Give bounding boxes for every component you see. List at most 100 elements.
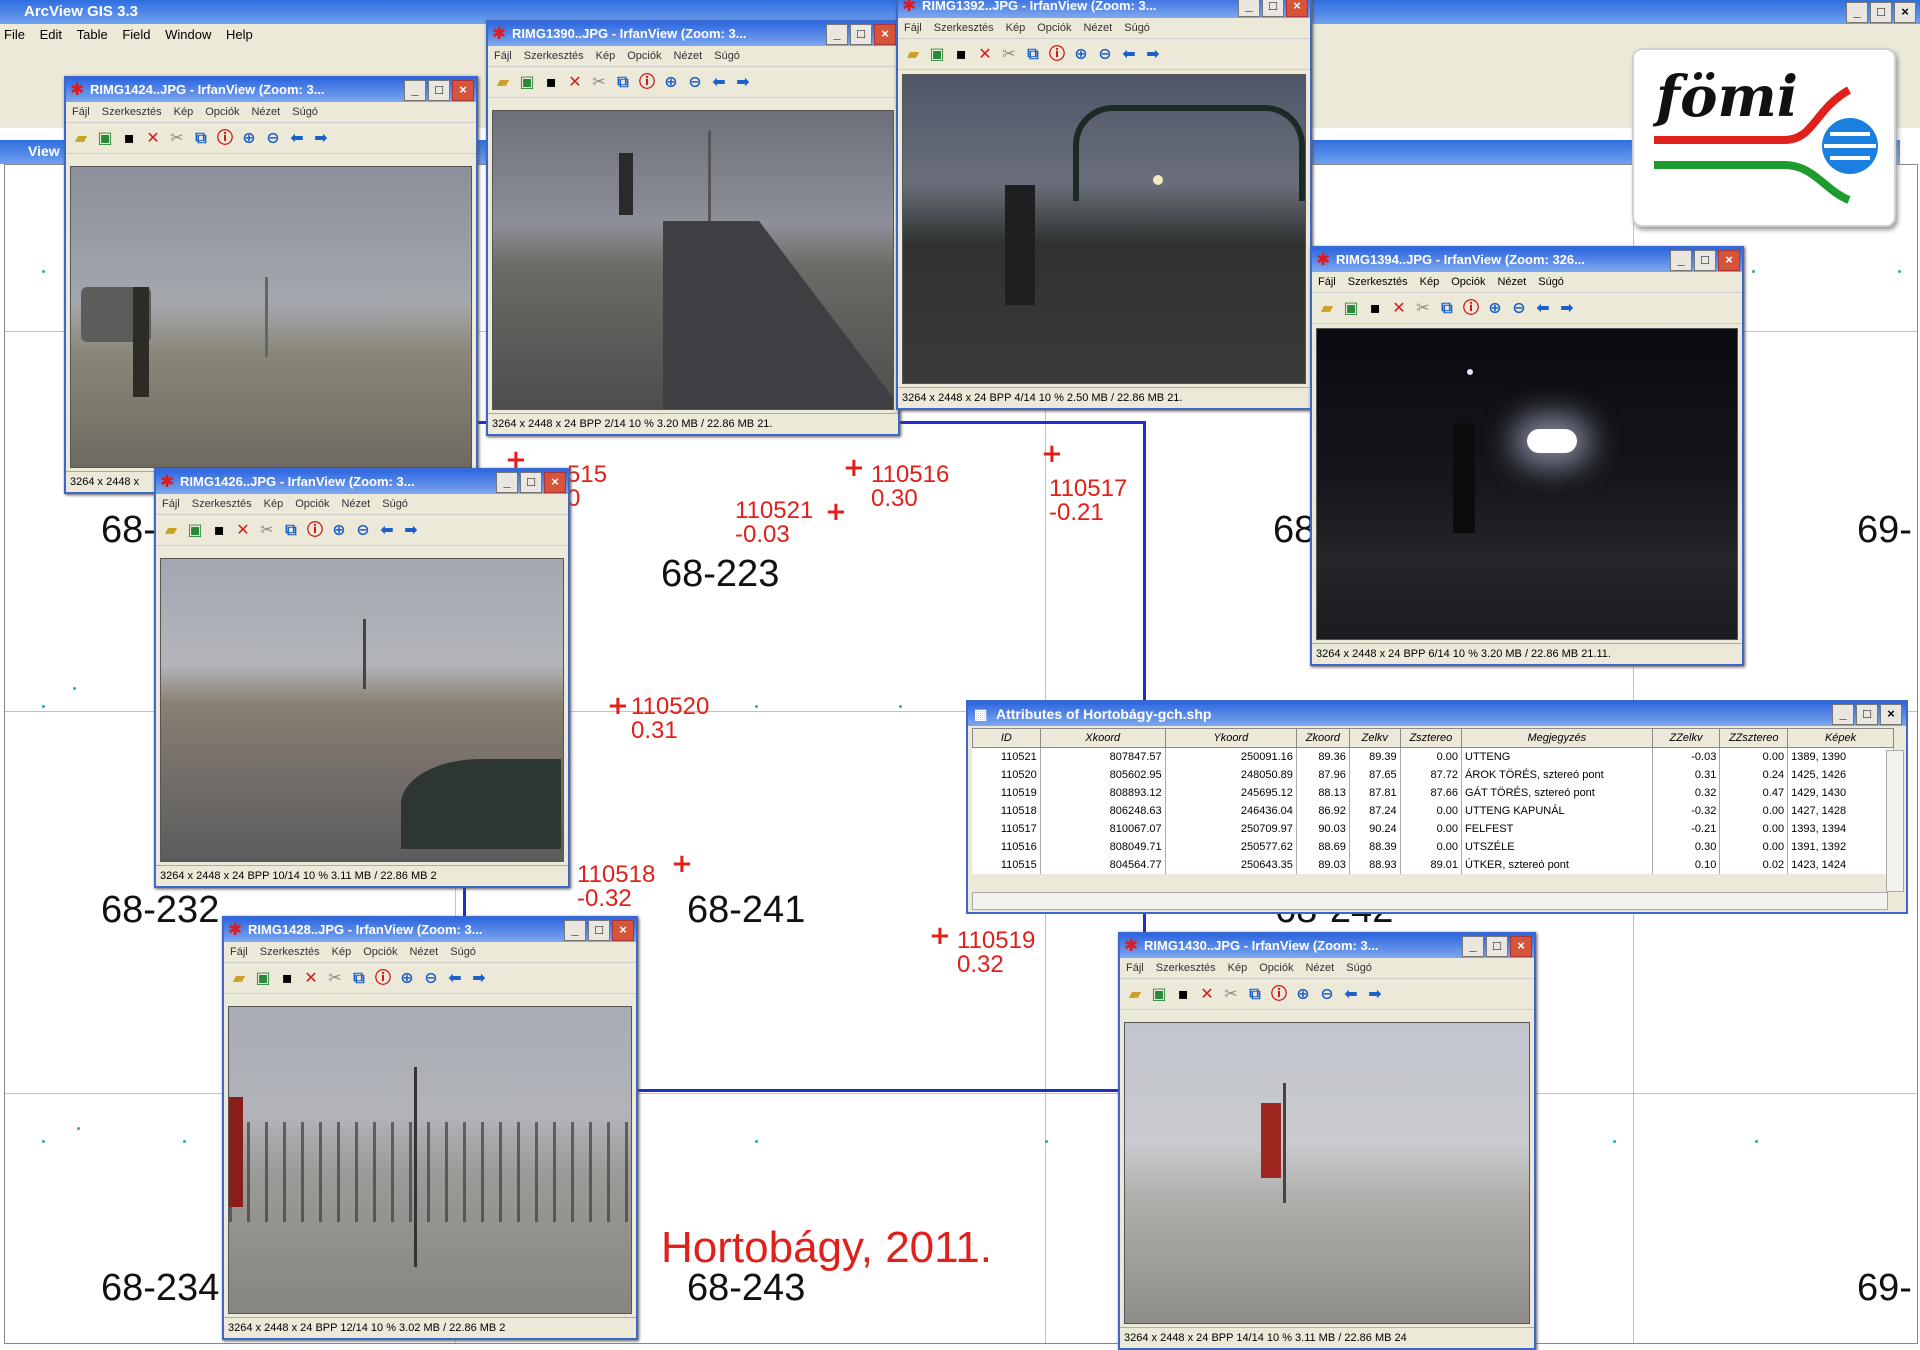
cut-icon[interactable]: ✂ xyxy=(326,969,344,987)
close-button[interactable]: × xyxy=(544,472,566,493)
maximize-button[interactable]: □ xyxy=(1262,0,1284,17)
menu-file[interactable]: Fájl xyxy=(162,498,180,510)
cut-icon[interactable]: ✂ xyxy=(168,129,186,147)
menu-file[interactable]: Fájl xyxy=(72,106,90,118)
copy-icon[interactable]: ⧉ xyxy=(350,969,368,987)
point-marker[interactable]: + xyxy=(929,923,951,949)
close-button[interactable]: × xyxy=(1510,936,1532,957)
zoom-in-icon[interactable]: ⊕ xyxy=(1294,985,1312,1003)
menu-table[interactable]: Table xyxy=(73,24,115,42)
zoom-in-icon[interactable]: ⊕ xyxy=(1072,45,1090,63)
menu-options[interactable]: Opciók xyxy=(1037,22,1071,34)
column-header[interactable]: Zelkv xyxy=(1348,728,1401,748)
menu-view[interactable]: Nézet xyxy=(1497,276,1526,288)
menu-view[interactable]: Nézet xyxy=(1305,962,1334,974)
zoom-out-icon[interactable]: ⊖ xyxy=(354,521,372,539)
table-row[interactable]: 110520 805602.95 248050.89 87.96 87.65 87.72 Á… xyxy=(972,766,1894,784)
open-icon[interactable]: ▰ xyxy=(230,969,248,987)
slideshow-icon[interactable]: ▣ xyxy=(928,45,946,63)
slideshow-icon[interactable]: ▣ xyxy=(254,969,272,987)
column-header[interactable]: ZZelkv xyxy=(1651,728,1721,748)
next-icon[interactable]: ➡ xyxy=(312,129,330,147)
menu-image[interactable]: Kép xyxy=(1228,962,1248,974)
menu-edit[interactable]: Szerkesztés xyxy=(260,946,320,958)
menu-help[interactable]: Help xyxy=(222,24,260,42)
maximize-button[interactable]: □ xyxy=(1694,250,1716,271)
next-icon[interactable]: ➡ xyxy=(734,73,752,91)
table-row[interactable]: 110515 804564.77 250643.35 89.03 88.93 89.01 Ú… xyxy=(972,856,1894,874)
info-icon[interactable]: ⓘ xyxy=(374,969,392,987)
zoom-out-icon[interactable]: ⊖ xyxy=(686,73,704,91)
previous-icon[interactable]: ⬅ xyxy=(446,969,464,987)
menu-window[interactable]: Window xyxy=(161,24,218,42)
minimize-button[interactable]: _ xyxy=(1832,704,1854,725)
minimize-button[interactable]: _ xyxy=(826,24,848,45)
irfanview-window[interactable]: ✱ RIMG1426..JPG - IrfanView (Zoom: 3... _… xyxy=(154,468,570,888)
save-icon[interactable]: ▪ xyxy=(278,969,296,987)
maximize-button[interactable]: □ xyxy=(520,472,542,493)
close-button[interactable]: × xyxy=(452,80,474,101)
menu-edit[interactable]: Szerkesztés xyxy=(102,106,162,118)
open-icon[interactable]: ▰ xyxy=(494,73,512,91)
previous-icon[interactable]: ⬅ xyxy=(1120,45,1138,63)
info-icon[interactable]: ⓘ xyxy=(1048,45,1066,63)
menu-help[interactable]: Súgó xyxy=(1124,22,1150,34)
menu-file[interactable]: File xyxy=(0,24,32,42)
menu-options[interactable]: Opciók xyxy=(1451,276,1485,288)
zoom-out-icon[interactable]: ⊖ xyxy=(422,969,440,987)
table-row[interactable]: 110516 808049.71 250577.62 88.69 88.39 0.00 UT… xyxy=(972,838,1894,856)
menu-view[interactable]: Nézet xyxy=(251,106,280,118)
horizontal-scrollbar[interactable] xyxy=(972,892,1888,910)
table-row[interactable]: 110519 808893.12 245695.12 88.13 87.81 87.66 G… xyxy=(972,784,1894,802)
column-header[interactable]: ID xyxy=(972,728,1041,748)
next-icon[interactable]: ➡ xyxy=(1144,45,1162,63)
menu-help[interactable]: Súgó xyxy=(292,106,318,118)
point-marker[interactable]: + xyxy=(671,851,693,877)
column-header[interactable]: ZZsztereo xyxy=(1719,728,1789,748)
previous-icon[interactable]: ⬅ xyxy=(1534,299,1552,317)
irfanview-window[interactable]: ✱ RIMG1424..JPG - IrfanView (Zoom: 3... _… xyxy=(64,76,478,494)
close-button[interactable]: × xyxy=(874,24,896,45)
menu-options[interactable]: Opciók xyxy=(205,106,239,118)
menu-help[interactable]: Súgó xyxy=(1346,962,1372,974)
menu-edit[interactable]: Szerkesztés xyxy=(934,22,994,34)
irfanview-window[interactable]: ✱ RIMG1392..JPG - IrfanView (Zoom: 3... _… xyxy=(896,0,1312,410)
menu-view[interactable]: Nézet xyxy=(341,498,370,510)
minimize-button[interactable]: _ xyxy=(564,920,586,941)
menu-image[interactable]: Kép xyxy=(264,498,284,510)
save-icon[interactable]: ▪ xyxy=(1174,985,1192,1003)
zoom-out-icon[interactable]: ⊖ xyxy=(1510,299,1528,317)
menu-image[interactable]: Kép xyxy=(596,50,616,62)
minimize-button[interactable]: _ xyxy=(1462,936,1484,957)
menu-view[interactable]: Nézet xyxy=(673,50,702,62)
close-button[interactable]: × xyxy=(1718,250,1740,271)
menu-options[interactable]: Opciók xyxy=(1259,962,1293,974)
maximize-button[interactable]: □ xyxy=(428,80,450,101)
zoom-out-icon[interactable]: ⊖ xyxy=(264,129,282,147)
delete-icon[interactable]: ✕ xyxy=(566,73,584,91)
save-icon[interactable]: ▪ xyxy=(542,73,560,91)
column-header[interactable]: Xkoord xyxy=(1039,728,1166,748)
minimize-button[interactable]: _ xyxy=(1846,2,1868,23)
menu-options[interactable]: Opciók xyxy=(627,50,661,62)
menu-edit[interactable]: Szerkesztés xyxy=(1348,276,1408,288)
save-icon[interactable]: ▪ xyxy=(210,521,228,539)
slideshow-icon[interactable]: ▣ xyxy=(1150,985,1168,1003)
copy-icon[interactable]: ⧉ xyxy=(614,73,632,91)
point-marker[interactable]: + xyxy=(843,455,865,481)
open-icon[interactable]: ▰ xyxy=(162,521,180,539)
close-button[interactable]: × xyxy=(1880,704,1902,725)
irfanview-window[interactable]: ✱ RIMG1394..JPG - IrfanView (Zoom: 326...… xyxy=(1310,246,1744,666)
menu-help[interactable]: Súgó xyxy=(1538,276,1564,288)
point-marker[interactable]: + xyxy=(1041,441,1063,467)
irfanview-window[interactable]: ✱ RIMG1428..JPG - IrfanView (Zoom: 3... _… xyxy=(222,916,638,1340)
info-icon[interactable]: ⓘ xyxy=(638,73,656,91)
menu-options[interactable]: Opciók xyxy=(363,946,397,958)
menu-edit[interactable]: Szerkesztés xyxy=(192,498,252,510)
close-button[interactable]: × xyxy=(1894,2,1916,23)
column-header[interactable]: Zkoord xyxy=(1295,728,1350,748)
open-icon[interactable]: ▰ xyxy=(904,45,922,63)
menu-file[interactable]: Fájl xyxy=(230,946,248,958)
save-icon[interactable]: ▪ xyxy=(952,45,970,63)
menu-field[interactable]: Field xyxy=(118,24,157,42)
